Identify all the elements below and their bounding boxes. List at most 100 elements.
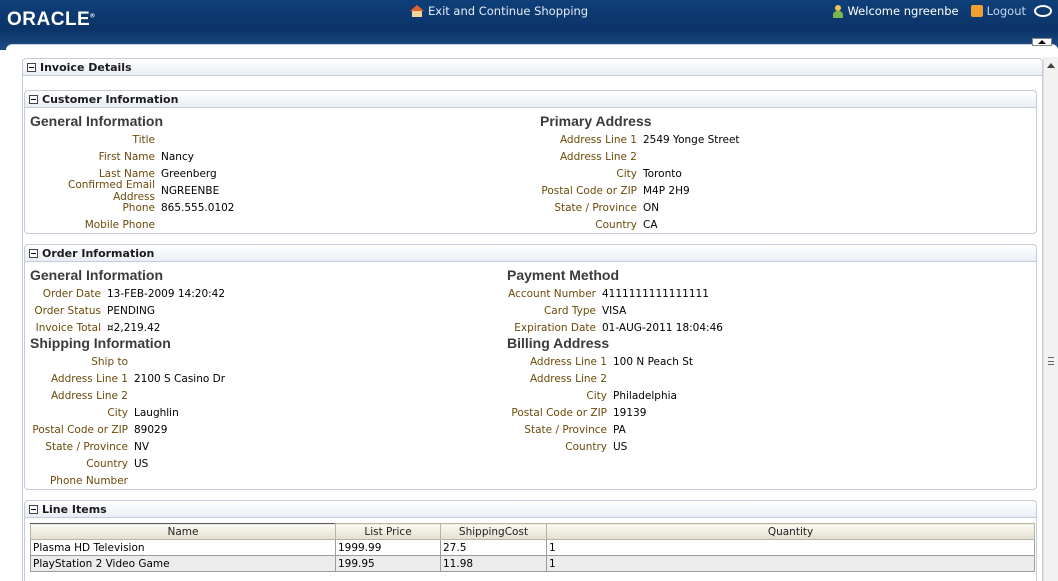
order-information-header[interactable]: Order Information: [25, 245, 1036, 262]
home-icon: [410, 5, 424, 17]
field-label: City: [586, 389, 607, 402]
user-bar: Welcome ngreenbe Logout: [833, 4, 1052, 18]
field-row: Ship to: [25, 353, 134, 370]
field-value: ¤2,219.42: [107, 321, 161, 334]
field-value: 89029: [134, 423, 168, 436]
field-row: Address Line 2: [515, 148, 643, 165]
field-row: Expiration Date 01-AUG-2011 18:04:46: [485, 319, 723, 336]
field-label: Account Number: [508, 287, 596, 300]
order-information-panel: Order Information General Information Pa…: [24, 244, 1037, 490]
field-row: Address Line 2: [485, 370, 613, 387]
field-value: 865.555.0102: [161, 201, 235, 214]
table-row[interactable]: Plasma HD Television 1999.99 27.5 1: [30, 539, 1035, 556]
column-header-name[interactable]: Name: [30, 523, 336, 540]
field-value: NGREENBE: [161, 184, 220, 197]
cell-list-price: 1999.99: [335, 539, 441, 556]
field-row: Title: [25, 131, 161, 148]
field-row: First Name Nancy: [25, 148, 194, 165]
oracle-oval-icon: [1034, 5, 1052, 17]
exit-shopping-label: Exit and Continue Shopping: [428, 4, 589, 18]
field-value: 01-AUG-2011 18:04:46: [602, 321, 723, 334]
field-label: State / Province: [45, 440, 128, 453]
field-row: State / Province NV: [25, 438, 149, 455]
field-label: First Name: [98, 150, 155, 163]
collapse-icon[interactable]: [27, 62, 36, 72]
logout-icon: [970, 5, 983, 17]
field-label: State / Province: [554, 201, 637, 214]
field-value: Toronto: [643, 167, 682, 180]
field-row: Phone Number: [25, 472, 134, 489]
field-label: Country: [565, 440, 607, 453]
field-label: Address Line 2: [50, 389, 128, 402]
primary-address-heading: Primary Address: [540, 113, 652, 129]
field-row: Address Line 1 100 N Peach St: [485, 353, 693, 370]
field-row: City Philadelphia: [485, 387, 677, 404]
scroll-grip-icon[interactable]: [1048, 357, 1054, 365]
field-row: Confirmed Email Address NGREENBE: [25, 179, 220, 203]
field-label: Country: [86, 457, 128, 470]
collapse-icon[interactable]: [29, 94, 38, 104]
field-row: Country US: [25, 455, 148, 472]
field-label: Ship to: [91, 355, 128, 368]
cell-shipping-cost: 11.98: [440, 555, 547, 572]
field-value: M4P 2H9: [643, 184, 690, 197]
customer-information-header[interactable]: Customer Information: [25, 91, 1036, 108]
field-row: Invoice Total ¤2,219.42: [25, 319, 161, 336]
field-label: Mobile Phone: [84, 218, 155, 231]
table-row[interactable]: PlayStation 2 Video Game 199.95 11.98 1: [30, 555, 1035, 572]
field-label: City: [616, 167, 637, 180]
billing-address-heading: Billing Address: [507, 335, 610, 351]
user-icon: [833, 4, 844, 18]
line-items-header[interactable]: Line Items: [25, 501, 1036, 518]
shipping-information-heading: Shipping Information: [30, 335, 171, 351]
field-value: Philadelphia: [613, 389, 677, 402]
column-header-list-price[interactable]: List Price: [335, 523, 441, 540]
field-value: CA: [643, 218, 658, 231]
cell-name: PlayStation 2 Video Game: [30, 555, 336, 572]
field-value: US: [613, 440, 628, 453]
field-label: Phone Number: [49, 474, 128, 487]
field-row: Account Number 4111111111111111: [485, 285, 709, 302]
field-value: 2549 Yonge Street: [643, 133, 740, 146]
customer-information-panel: Customer Information General Information…: [24, 90, 1037, 234]
field-label: City: [107, 406, 128, 419]
field-value: ON: [643, 201, 660, 214]
collapse-icon[interactable]: [29, 248, 38, 258]
field-value: Greenberg: [161, 167, 217, 180]
scroll-up-arrow-icon[interactable]: [1047, 63, 1055, 68]
cell-list-price: 199.95: [335, 555, 441, 572]
column-header-shipping-cost[interactable]: ShippingCost: [440, 523, 547, 540]
field-value: US: [134, 457, 149, 470]
invoice-details-header[interactable]: Invoice Details: [23, 59, 1042, 76]
field-label: Invoice Total: [35, 321, 101, 334]
exit-shopping-link[interactable]: Exit and Continue Shopping: [410, 4, 588, 18]
field-row: Postal Code or ZIP M4P 2H9: [515, 182, 690, 199]
field-label: Postal Code or ZIP: [541, 184, 637, 197]
line-items-panel: Line Items Name List Price ShippingCost …: [24, 500, 1037, 581]
column-header-quantity[interactable]: Quantity: [546, 523, 1035, 540]
payment-method-heading: Payment Method: [507, 267, 620, 283]
field-value: PA: [613, 423, 626, 436]
field-label: Address Line 2: [529, 372, 607, 385]
field-label: Address Line 1: [529, 355, 607, 368]
field-row: Postal Code or ZIP 89029: [25, 421, 167, 438]
field-label: Address Line 1: [50, 372, 128, 385]
field-row: State / Province ON: [515, 199, 659, 216]
collapse-header-button[interactable]: [1032, 38, 1052, 46]
oracle-logo: ORACLE®: [7, 9, 96, 30]
vertical-scrollbar[interactable]: [1043, 57, 1058, 581]
field-row: Mobile Phone: [25, 216, 161, 233]
field-value: PENDING: [107, 304, 155, 317]
field-label: Postal Code or ZIP: [32, 423, 128, 436]
logout-link[interactable]: Logout: [987, 4, 1026, 18]
field-row: Order Date 13-FEB-2009 14:20:42: [25, 285, 225, 302]
field-row: Address Line 2: [25, 387, 134, 404]
field-label: Title: [132, 133, 155, 146]
field-label: Phone: [122, 201, 155, 214]
customer-general-heading: General Information: [30, 113, 164, 129]
collapse-icon[interactable]: [29, 504, 38, 514]
field-row: Card Type VISA: [485, 302, 626, 319]
field-row: Address Line 1 2100 S Casino Dr: [25, 370, 225, 387]
field-row: Country US: [485, 438, 627, 455]
field-label: Address Line 2: [559, 150, 637, 163]
